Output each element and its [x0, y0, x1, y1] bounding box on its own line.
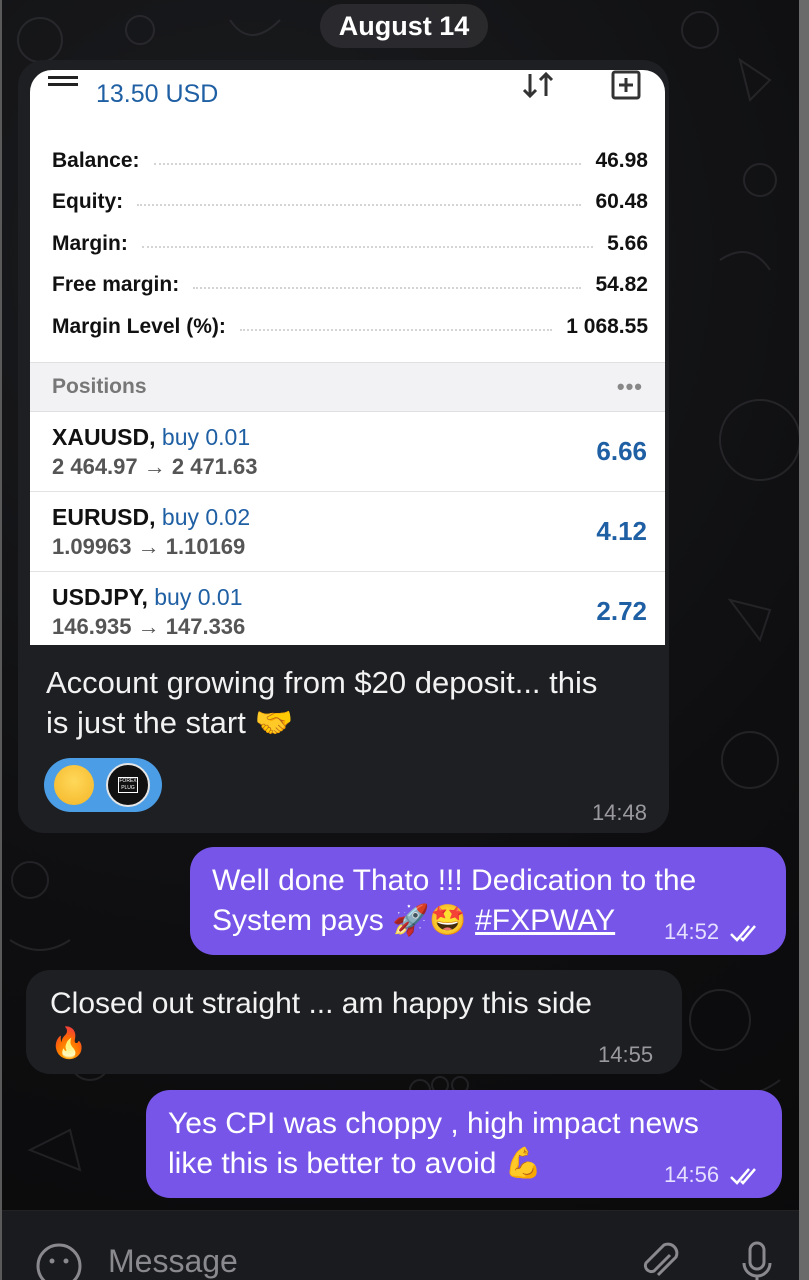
- message-text-line: 🔥: [50, 1027, 88, 1060]
- more-options-icon: •••: [616, 374, 643, 399]
- account-row: Margin: 5.66: [52, 223, 648, 265]
- position-prices: 2 464.97 → 2 471.63: [52, 454, 258, 479]
- position-row: XAUUSD, buy 0.01 2 464.97 → 2 471.63 6.6…: [30, 412, 665, 492]
- account-row-value: 46.98: [595, 148, 648, 172]
- account-row: Balance: 46.98: [52, 140, 648, 182]
- message-text-line: Well done Thato !!! Dedication to the: [212, 864, 697, 897]
- message-time-container: 14:52: [664, 919, 761, 945]
- position-symbol: XAUUSD,: [52, 424, 156, 450]
- message-time: 14:56: [664, 1162, 720, 1187]
- outgoing-message[interactable]: Well done Thato !!! Dedication to the Sy…: [190, 847, 786, 955]
- emoji-icon[interactable]: [34, 1241, 84, 1280]
- position-prices: 1.09963 → 1.10169: [52, 534, 246, 559]
- position-profit: 6.66: [596, 436, 647, 466]
- menu-icon: [48, 76, 78, 94]
- account-row-label: Equity:: [52, 190, 124, 214]
- position-row: EURUSD, buy 0.02 1.09963 → 1.10169 4.12: [30, 492, 665, 572]
- message-time: 14:52: [664, 919, 720, 944]
- account-summary: Balance: 46.98 Equity: 60.48 Margin: 5.6…: [52, 140, 648, 348]
- position-prices: 146.935 → 147.336: [52, 614, 246, 639]
- position-row: USDJPY, buy 0.01 146.935 → 147.336 2.72: [30, 572, 665, 645]
- account-row-value: 1 068.55: [566, 314, 648, 338]
- message-time: 14:55: [598, 1042, 654, 1067]
- reactor-avatar-text: FOREX PLUG: [118, 777, 138, 793]
- message-text-line: is just the start 🤝: [46, 705, 294, 740]
- hashtag-link[interactable]: #FXPWAY: [475, 904, 615, 937]
- outgoing-message[interactable]: Yes CPI was choppy , high impact news li…: [146, 1090, 782, 1198]
- message-text: Closed out straight ... am happy this si…: [50, 984, 670, 1064]
- account-row-value: 54.82: [595, 273, 648, 297]
- message-composer: Message: [0, 1210, 809, 1280]
- sort-icon: [522, 71, 554, 99]
- position-side: buy 0.01: [161, 424, 251, 450]
- position-side: buy 0.01: [154, 584, 243, 610]
- account-row: Equity: 60.48: [52, 182, 648, 224]
- position-symbol: USDJPY,: [52, 584, 148, 610]
- account-row-label: Free margin:: [52, 273, 180, 297]
- account-row-value: 60.48: [595, 190, 648, 214]
- reactor-avatar: FOREX PLUG: [106, 763, 150, 807]
- message-text-part: System pays 🚀🤩: [212, 904, 476, 937]
- message-text-line: Yes CPI was choppy , high impact news: [168, 1107, 699, 1140]
- position-profit: 2.72: [596, 596, 647, 626]
- message-input[interactable]: Message: [108, 1243, 238, 1280]
- grin-emoji-icon: [54, 765, 94, 805]
- incoming-photo-message[interactable]: 13.50 USD Balance: 46.98 Equity: 60.48 M…: [18, 60, 669, 833]
- account-row-label: Balance:: [52, 148, 140, 172]
- positions-header: Positions •••: [30, 362, 665, 412]
- new-order-icon: [611, 70, 641, 100]
- message-text-line: Account growing from $20 deposit... this: [46, 665, 598, 700]
- date-separator: August 14: [320, 4, 488, 48]
- position-symbol: EURUSD,: [52, 504, 156, 530]
- account-row-label: Margin Level (%):: [52, 314, 226, 338]
- message-text-line: Closed out straight ... am happy this si…: [50, 987, 592, 1020]
- double-check-icon: [730, 925, 757, 943]
- message-caption: Account growing from $20 deposit... this…: [46, 663, 661, 743]
- account-balance-title: 13.50 USD: [96, 80, 219, 108]
- microphone-icon[interactable]: [740, 1241, 774, 1280]
- account-row: Margin Level (%): 1 068.55: [52, 306, 648, 348]
- position-profit: 4.12: [596, 516, 647, 546]
- incoming-message[interactable]: Closed out straight ... am happy this si…: [26, 970, 682, 1074]
- attach-icon[interactable]: [636, 1239, 682, 1280]
- double-check-icon: [730, 1168, 757, 1186]
- message-time: 14:48: [591, 800, 647, 825]
- account-row: Free margin: 54.82: [52, 265, 648, 307]
- trading-account-screenshot[interactable]: 13.50 USD Balance: 46.98 Equity: 60.48 M…: [30, 70, 665, 645]
- positions-title: Positions: [52, 375, 147, 398]
- message-time-container: 14:56: [664, 1162, 761, 1188]
- position-side: buy 0.02: [161, 504, 251, 530]
- account-row-value: 5.66: [607, 231, 648, 255]
- reaction-pill[interactable]: FOREX PLUG: [44, 758, 162, 812]
- account-row-label: Margin:: [52, 231, 128, 255]
